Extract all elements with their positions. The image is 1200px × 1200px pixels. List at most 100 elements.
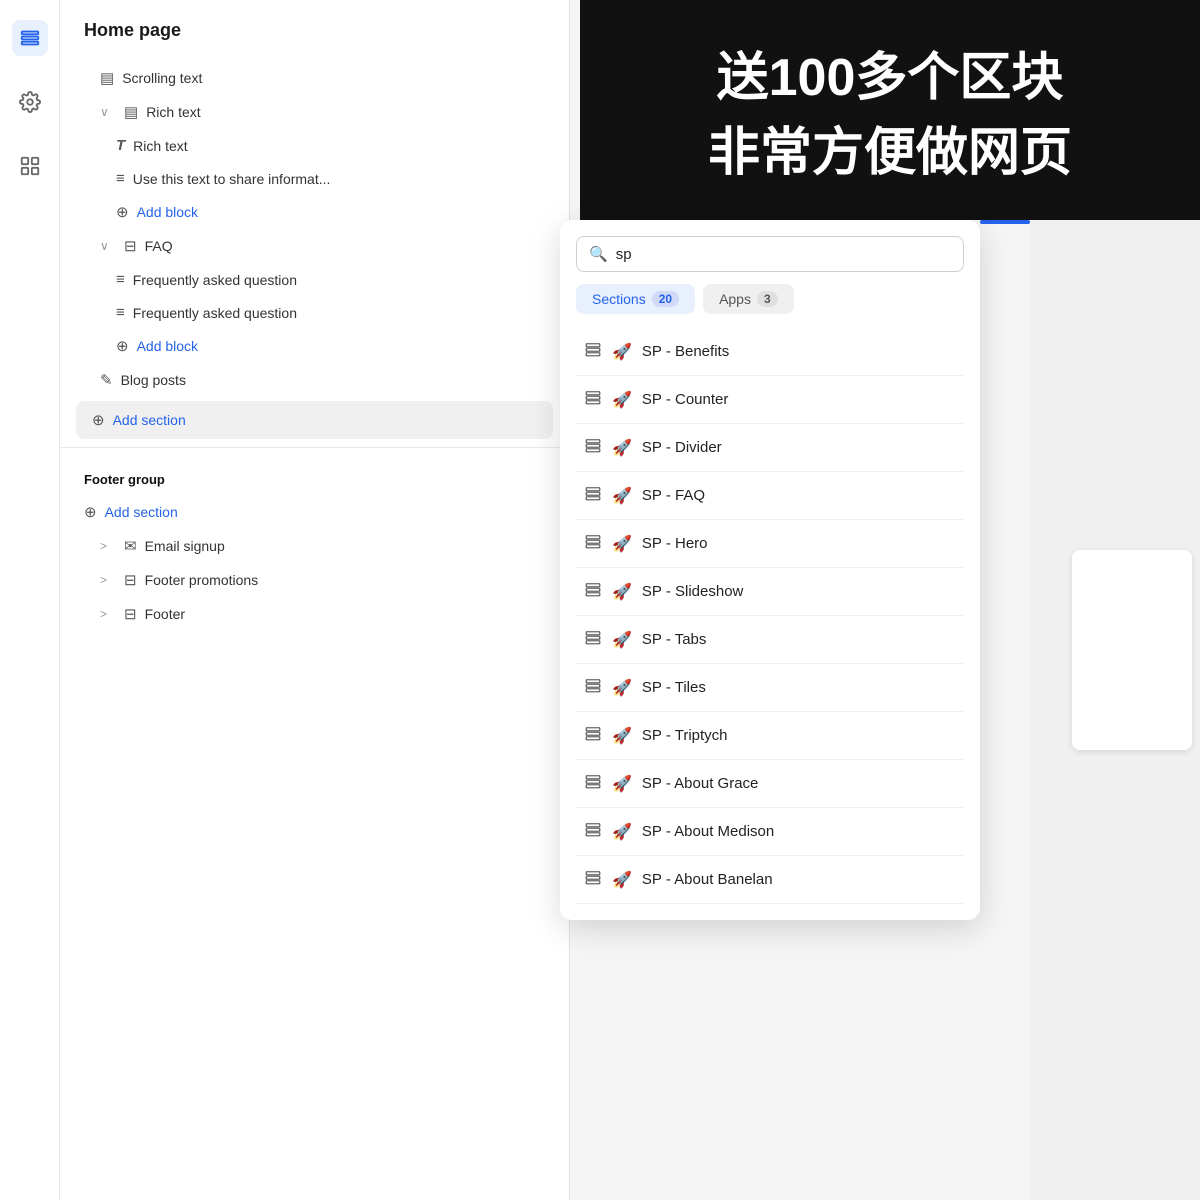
tree-label: Rich text: [133, 138, 545, 154]
chevron-right-icon: >: [100, 607, 116, 621]
white-preview-box: [1072, 550, 1192, 750]
rocket-emoji: 🚀: [612, 486, 632, 506]
tree-item-faq-q1[interactable]: ≡ Frequently asked question: [60, 263, 569, 296]
tab-apps-count: 3: [757, 291, 778, 307]
tab-apps[interactable]: Apps 3: [703, 284, 794, 314]
add-block-button-2[interactable]: ⊕ Add block: [60, 329, 569, 363]
rocket-emoji: 🚀: [612, 726, 632, 746]
search-icon: 🔍: [589, 245, 608, 263]
section-icon: ⊟: [124, 571, 137, 589]
result-label: SP - About Banelan: [642, 871, 773, 888]
tree-container: ▤ Scrolling text ∨ ▤ Rich text T Rich te…: [60, 53, 569, 639]
plus-circle-icon: ⊕: [92, 411, 105, 429]
page-title: Home page: [60, 0, 569, 53]
tree-label: Footer promotions: [145, 572, 545, 588]
search-bar: 🔍: [576, 236, 964, 272]
tree-item-rich-text-child[interactable]: T Rich text: [60, 129, 569, 162]
section-grid-icon: [584, 436, 602, 459]
result-item[interactable]: 🚀 SP - Triptych: [576, 712, 964, 760]
result-label: SP - Triptych: [642, 727, 728, 744]
rocket-emoji: 🚀: [612, 678, 632, 698]
rocket-emoji: 🚀: [612, 630, 632, 650]
tab-sections[interactable]: Sections 20: [576, 284, 695, 314]
tree-item-footer[interactable]: > ⊟ Footer: [60, 597, 569, 631]
section-grid-icon: [584, 868, 602, 891]
section-grid-icon: [584, 724, 602, 747]
section-grid-icon: [584, 820, 602, 843]
section-grid-icon: [584, 628, 602, 651]
email-icon: ✉: [124, 537, 137, 555]
add-section-button-2[interactable]: ⊕ Add section: [60, 495, 569, 529]
result-label: SP - Counter: [642, 391, 728, 408]
tree-label: Frequently asked question: [133, 305, 545, 321]
rocket-emoji: 🚀: [612, 582, 632, 602]
tree-item-rich-text-parent[interactable]: ∨ ▤ Rich text: [60, 95, 569, 129]
lines-icon: ≡: [116, 271, 125, 288]
section-grid-icon: [584, 772, 602, 795]
tab-row: Sections 20 Apps 3: [576, 284, 964, 314]
result-item[interactable]: 🚀 SP - Tabs: [576, 616, 964, 664]
result-item[interactable]: 🚀 SP - About Banelan: [576, 856, 964, 904]
footer-group-title: Footer group: [60, 456, 569, 495]
tree-item-use-text[interactable]: ≡ Use this text to share informat...: [60, 162, 569, 195]
settings-icon[interactable]: [12, 84, 48, 120]
result-item[interactable]: 🚀 SP - About Grace: [576, 760, 964, 808]
tree-label: Use this text to share informat...: [133, 171, 545, 187]
add-section-label: Add section: [113, 412, 537, 428]
result-item[interactable]: 🚀 SP - Hero: [576, 520, 964, 568]
result-item[interactable]: 🚀 SP - FAQ: [576, 472, 964, 520]
text-icon: T: [116, 137, 125, 154]
left-panel: Home page ▤ Scrolling text ∨ ▤ Rich text…: [60, 0, 570, 1200]
rocket-emoji: 🚀: [612, 438, 632, 458]
result-label: SP - Divider: [642, 439, 722, 456]
result-label: SP - Tabs: [642, 631, 706, 648]
tree-item-email-signup[interactable]: > ✉ Email signup: [60, 529, 569, 563]
section-grid-icon: [584, 676, 602, 699]
apps-icon[interactable]: [12, 148, 48, 184]
tree-item-footer-promotions[interactable]: > ⊟ Footer promotions: [60, 563, 569, 597]
rocket-emoji: 🚀: [612, 774, 632, 794]
layers-icon[interactable]: [12, 20, 48, 56]
section-grid-icon: [584, 532, 602, 555]
section-icon: ▤: [100, 69, 114, 87]
section-grid-icon: [584, 580, 602, 603]
search-input[interactable]: [616, 246, 951, 263]
rocket-emoji: 🚀: [612, 870, 632, 890]
rocket-emoji: 🚀: [612, 390, 632, 410]
blog-icon: ✎: [100, 371, 113, 389]
result-label: SP - About Medison: [642, 823, 774, 840]
banner-line2: 非常方便做网页: [708, 110, 1072, 185]
tab-sections-count: 20: [652, 291, 679, 307]
tab-sections-label: Sections: [592, 291, 646, 307]
plus-circle-icon: ⊕: [116, 203, 129, 221]
tree-item-faq-q2[interactable]: ≡ Frequently asked question: [60, 296, 569, 329]
result-item[interactable]: 🚀 SP - Tiles: [576, 664, 964, 712]
tree-item-blog-posts[interactable]: ✎ Blog posts: [60, 363, 569, 397]
tree-label: Blog posts: [121, 372, 545, 388]
tree-item-scrolling-text[interactable]: ▤ Scrolling text: [60, 61, 569, 95]
result-item[interactable]: 🚀 SP - Divider: [576, 424, 964, 472]
lines-icon: ≡: [116, 304, 125, 321]
tree-label: Email signup: [145, 538, 545, 554]
chevron-right-icon: >: [100, 573, 116, 587]
sidebar-icons: [0, 0, 60, 1200]
results-list: 🚀 SP - Benefits 🚀 SP - Counter 🚀 SP - Di…: [576, 328, 964, 904]
add-block-button-1[interactable]: ⊕ Add block: [60, 195, 569, 229]
plus-circle-icon: ⊕: [116, 337, 129, 355]
result-label: SP - Slideshow: [642, 583, 743, 600]
tree-label: Scrolling text: [122, 70, 545, 86]
banner-line1: 送100多个区块: [717, 35, 1064, 110]
section-grid-icon: [584, 484, 602, 507]
result-item[interactable]: 🚀 SP - Benefits: [576, 328, 964, 376]
tree-item-faq-parent[interactable]: ∨ ⊟ FAQ: [60, 229, 569, 263]
result-label: SP - FAQ: [642, 487, 705, 504]
add-section-button-1[interactable]: ⊕ Add section: [76, 401, 553, 439]
tree-label: Footer: [145, 606, 545, 622]
result-label: SP - Hero: [642, 535, 708, 552]
blue-accent-bar: [980, 220, 1030, 224]
result-item[interactable]: 🚀 SP - Slideshow: [576, 568, 964, 616]
add-section-label: Add section: [105, 504, 545, 520]
result-item[interactable]: 🚀 SP - About Medison: [576, 808, 964, 856]
rocket-emoji: 🚀: [612, 342, 632, 362]
result-item[interactable]: 🚀 SP - Counter: [576, 376, 964, 424]
